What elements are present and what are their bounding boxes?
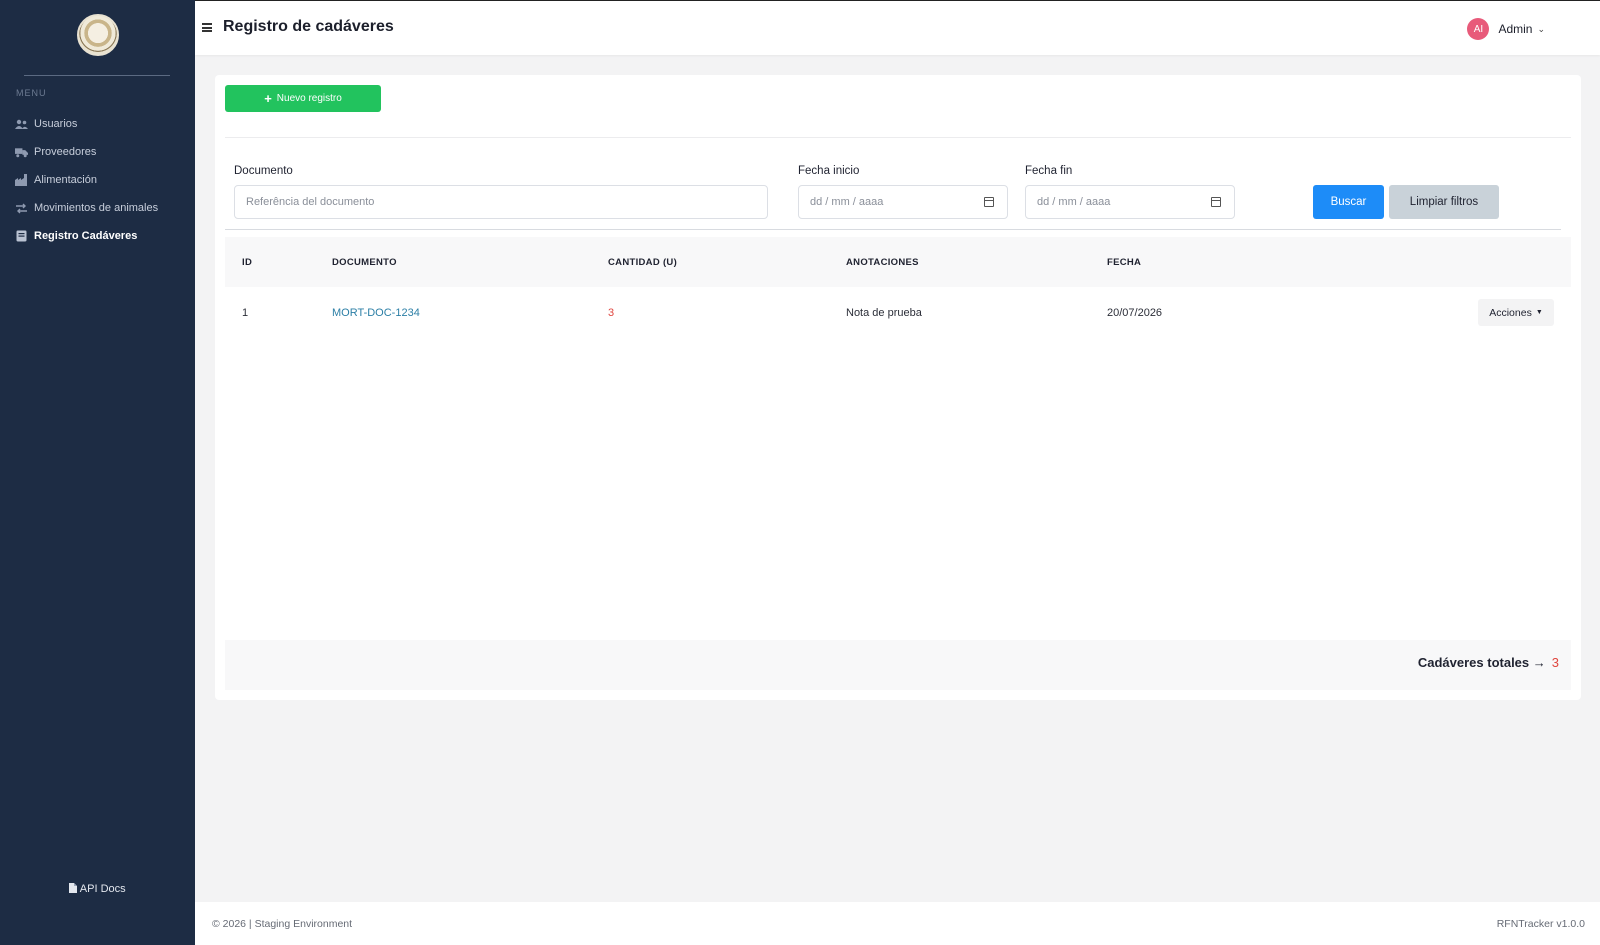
calendar-icon[interactable] (984, 197, 994, 207)
cell-documento-link[interactable]: MORT-DOC-1234 (332, 307, 420, 319)
factory-icon (15, 174, 28, 187)
column-header-cantidad: CANTIDAD (U) (608, 257, 678, 268)
divider (225, 137, 1571, 138)
menu-title: MENU (16, 88, 47, 98)
file-icon (69, 883, 79, 895)
column-header-id: ID (242, 257, 253, 268)
page-title: Registro de cadáveres (223, 18, 394, 35)
user-menu[interactable]: AI Admin ⌄ (1467, 18, 1545, 40)
chevron-down-icon: ⌄ (1537, 23, 1545, 34)
total-label: Cadáveres totales → (1417, 655, 1546, 670)
table-row: 1 MORT-DOC-1234 3 Nota de prueba 20/07/2… (225, 287, 1571, 337)
book-icon (15, 230, 28, 243)
search-button[interactable]: Buscar (1313, 185, 1384, 219)
sidebar-item-label: Proveedores (34, 146, 97, 158)
topbar: Registro de cadáveres AI Admin ⌄ (195, 0, 1600, 55)
sidebar-item-usuarios[interactable]: Usuarios (0, 110, 195, 138)
fecha-inicio-label: Fecha inicio (798, 165, 860, 177)
table-footer: Cadáveres totales → 3 (225, 640, 1571, 690)
users-icon (15, 118, 28, 131)
column-header-documento: DOCUMENTO (332, 257, 397, 268)
sidebar-item-movimientos[interactable]: Movimientos de animales (0, 194, 195, 222)
divider (225, 229, 1561, 230)
footer: © 2026 | Staging Environment RFNTracker … (195, 902, 1600, 945)
column-header-fecha: FECHA (1107, 257, 1142, 268)
clear-filters-button[interactable]: Limpiar filtros (1389, 185, 1499, 219)
sidebar-nav: Usuarios Proveedores Alimentación Movimi… (0, 110, 195, 250)
footer-version: RFNTracker v1.0.0 (1496, 918, 1585, 930)
user-name: Admin (1498, 22, 1533, 36)
table-header: ID DOCUMENTO CANTIDAD (U) ANOTACIONES FE… (225, 237, 1571, 287)
fecha-fin-placeholder: dd / mm / aaaa (1037, 196, 1111, 208)
caret-down-icon: ▼ (1535, 309, 1543, 316)
column-header-anotaciones: ANOTACIONES (846, 257, 919, 268)
logo[interactable] (77, 14, 119, 56)
total-value: 3 (1551, 655, 1559, 670)
sidebar-item-alimentacion[interactable]: Alimentación (0, 166, 195, 194)
total-cadaveres: Cadáveres totales → 3 (1418, 655, 1559, 670)
sidebar-item-label: Registro Cadáveres (34, 230, 138, 242)
divider (24, 75, 170, 76)
actions-dropdown-button[interactable]: Acciones ▼ (1478, 299, 1554, 326)
sidebar: MENU Usuarios Proveedores Alimentación M… (0, 0, 195, 945)
documento-label: Documento (234, 165, 293, 177)
exchange-icon (15, 202, 28, 215)
cell-id: 1 (242, 307, 249, 319)
fecha-inicio-placeholder: dd / mm / aaaa (810, 196, 884, 208)
sidebar-item-label: Usuarios (34, 118, 78, 130)
api-docs-link[interactable]: API Docs (0, 883, 195, 895)
truck-icon (15, 146, 28, 159)
sidebar-item-registro-cadaveres[interactable]: Registro Cadáveres (0, 222, 195, 250)
actions-label: Acciones (1489, 306, 1532, 319)
documento-placeholder: Referência del documento (246, 196, 375, 208)
cell-cantidad: 3 (608, 307, 615, 319)
api-docs-label: API Docs (79, 883, 126, 895)
fecha-fin-label: Fecha fin (1025, 165, 1073, 177)
documento-input[interactable]: Referência del documento (234, 185, 768, 219)
fecha-fin-input[interactable]: dd / mm / aaaa (1025, 185, 1235, 219)
main-card: + Nuevo registro Documento Referência de… (215, 75, 1581, 700)
sidebar-item-proveedores[interactable]: Proveedores (0, 138, 195, 166)
footer-copyright: © 2026 | Staging Environment (212, 918, 353, 930)
sidebar-item-label: Movimientos de animales (34, 202, 159, 214)
cell-anotaciones: Nota de prueba (846, 307, 922, 319)
sidebar-item-label: Alimentación (34, 174, 97, 186)
hamburger-icon[interactable] (202, 23, 212, 32)
new-record-label: Nuevo registro (276, 93, 342, 104)
calendar-icon[interactable] (1211, 197, 1221, 207)
new-record-button[interactable]: + Nuevo registro (225, 85, 381, 112)
fecha-inicio-input[interactable]: dd / mm / aaaa (798, 185, 1008, 219)
avatar: AI (1467, 18, 1490, 40)
cell-fecha: 20/07/2026 (1107, 307, 1163, 319)
plus-icon: + (264, 91, 272, 106)
